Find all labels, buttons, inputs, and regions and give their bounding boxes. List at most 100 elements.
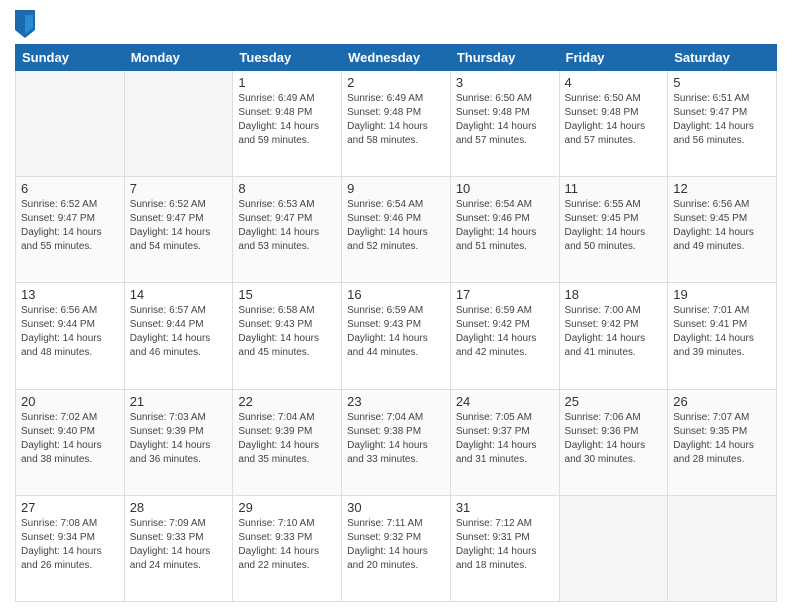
day-detail: Sunrise: 6:54 AM Sunset: 9:46 PM Dayligh… <box>456 198 554 254</box>
day-cell: 1 Sunrise: 6:49 AM Sunset: 9:48 PM Daylig… <box>233 71 342 177</box>
day-cell: 8 Sunrise: 6:53 AM Sunset: 9:47 PM Daylig… <box>233 177 342 283</box>
day-detail: Sunrise: 7:04 AM Sunset: 9:39 PM Dayligh… <box>238 411 336 467</box>
day-detail: Sunrise: 7:12 AM Sunset: 9:31 PM Dayligh… <box>456 517 554 573</box>
day-detail: Sunrise: 6:50 AM Sunset: 9:48 PM Dayligh… <box>456 92 554 148</box>
day-number: 5 <box>673 75 771 90</box>
day-cell <box>16 71 125 177</box>
day-number: 24 <box>456 394 554 409</box>
day-detail: Sunrise: 6:57 AM Sunset: 9:44 PM Dayligh… <box>130 304 228 360</box>
day-number: 12 <box>673 181 771 196</box>
day-number: 13 <box>21 287 119 302</box>
day-cell: 24 Sunrise: 7:05 AM Sunset: 9:37 PM Dayli… <box>450 389 559 495</box>
day-cell: 31 Sunrise: 7:12 AM Sunset: 9:31 PM Dayli… <box>450 495 559 601</box>
week-row-3: 13 Sunrise: 6:56 AM Sunset: 9:44 PM Dayli… <box>16 283 777 389</box>
day-number: 14 <box>130 287 228 302</box>
day-detail: Sunrise: 7:11 AM Sunset: 9:32 PM Dayligh… <box>347 517 445 573</box>
day-number: 23 <box>347 394 445 409</box>
day-number: 10 <box>456 181 554 196</box>
day-number: 27 <box>21 500 119 515</box>
day-number: 18 <box>565 287 663 302</box>
header-cell-tuesday: Tuesday <box>233 45 342 71</box>
day-cell: 20 Sunrise: 7:02 AM Sunset: 9:40 PM Dayli… <box>16 389 125 495</box>
day-detail: Sunrise: 7:02 AM Sunset: 9:40 PM Dayligh… <box>21 411 119 467</box>
day-number: 19 <box>673 287 771 302</box>
day-cell: 26Sunrise: 7:07 AM Sunset: 9:35 PM Dayli… <box>668 389 777 495</box>
header-row: SundayMondayTuesdayWednesdayThursdayFrid… <box>16 45 777 71</box>
day-detail: Sunrise: 7:03 AM Sunset: 9:39 PM Dayligh… <box>130 411 228 467</box>
day-cell: 4 Sunrise: 6:50 AM Sunset: 9:48 PM Daylig… <box>559 71 668 177</box>
day-number: 20 <box>21 394 119 409</box>
day-number: 15 <box>238 287 336 302</box>
day-number: 2 <box>347 75 445 90</box>
day-cell <box>559 495 668 601</box>
day-detail: Sunrise: 7:06 AM Sunset: 9:36 PM Dayligh… <box>565 411 663 467</box>
day-number: 31 <box>456 500 554 515</box>
day-detail: Sunrise: 7:08 AM Sunset: 9:34 PM Dayligh… <box>21 517 119 573</box>
day-detail: Sunrise: 6:58 AM Sunset: 9:43 PM Dayligh… <box>238 304 336 360</box>
week-row-2: 6 Sunrise: 6:52 AM Sunset: 9:47 PM Daylig… <box>16 177 777 283</box>
day-cell: 15 Sunrise: 6:58 AM Sunset: 9:43 PM Dayli… <box>233 283 342 389</box>
calendar-body: 1 Sunrise: 6:49 AM Sunset: 9:48 PM Daylig… <box>16 71 777 602</box>
day-cell: 18Sunrise: 7:00 AM Sunset: 9:42 PM Dayli… <box>559 283 668 389</box>
day-number: 8 <box>238 181 336 196</box>
day-detail: Sunrise: 6:52 AM Sunset: 9:47 PM Dayligh… <box>130 198 228 254</box>
logo-icon <box>15 10 35 38</box>
day-cell: 19 Sunrise: 7:01 AM Sunset: 9:41 PM Dayli… <box>668 283 777 389</box>
day-number: 11 <box>565 181 663 196</box>
header-cell-friday: Friday <box>559 45 668 71</box>
calendar-header: SundayMondayTuesdayWednesdayThursdayFrid… <box>16 45 777 71</box>
day-cell: 27 Sunrise: 7:08 AM Sunset: 9:34 PM Dayli… <box>16 495 125 601</box>
logo <box>15 14 37 38</box>
day-cell: 14 Sunrise: 6:57 AM Sunset: 9:44 PM Dayli… <box>124 283 233 389</box>
day-number: 17 <box>456 287 554 302</box>
day-detail: Sunrise: 6:51 AM Sunset: 9:47 PM Dayligh… <box>673 92 771 148</box>
day-number: 9 <box>347 181 445 196</box>
day-detail: Sunrise: 6:55 AM Sunset: 9:45 PM Dayligh… <box>565 198 663 254</box>
day-number: 6 <box>21 181 119 196</box>
day-cell: 22Sunrise: 7:04 AM Sunset: 9:39 PM Dayli… <box>233 389 342 495</box>
day-detail: Sunrise: 6:53 AM Sunset: 9:47 PM Dayligh… <box>238 198 336 254</box>
header <box>15 10 777 38</box>
day-detail: Sunrise: 6:54 AM Sunset: 9:46 PM Dayligh… <box>347 198 445 254</box>
day-number: 28 <box>130 500 228 515</box>
day-detail: Sunrise: 6:49 AM Sunset: 9:48 PM Dayligh… <box>347 92 445 148</box>
day-detail: Sunrise: 6:59 AM Sunset: 9:42 PM Dayligh… <box>456 304 554 360</box>
day-cell: 10 Sunrise: 6:54 AM Sunset: 9:46 PM Dayli… <box>450 177 559 283</box>
calendar-table: SundayMondayTuesdayWednesdayThursdayFrid… <box>15 44 777 602</box>
day-cell <box>124 71 233 177</box>
day-cell: 11 Sunrise: 6:55 AM Sunset: 9:45 PM Dayli… <box>559 177 668 283</box>
week-row-4: 20 Sunrise: 7:02 AM Sunset: 9:40 PM Dayli… <box>16 389 777 495</box>
day-detail: Sunrise: 6:56 AM Sunset: 9:44 PM Dayligh… <box>21 304 119 360</box>
day-number: 3 <box>456 75 554 90</box>
day-number: 30 <box>347 500 445 515</box>
day-cell: 6 Sunrise: 6:52 AM Sunset: 9:47 PM Daylig… <box>16 177 125 283</box>
day-detail: Sunrise: 7:04 AM Sunset: 9:38 PM Dayligh… <box>347 411 445 467</box>
day-number: 25 <box>565 394 663 409</box>
day-detail: Sunrise: 7:07 AM Sunset: 9:35 PM Dayligh… <box>673 411 771 467</box>
day-cell: 25 Sunrise: 7:06 AM Sunset: 9:36 PM Dayli… <box>559 389 668 495</box>
day-number: 1 <box>238 75 336 90</box>
day-cell: 28 Sunrise: 7:09 AM Sunset: 9:33 PM Dayli… <box>124 495 233 601</box>
day-cell: 9 Sunrise: 6:54 AM Sunset: 9:46 PM Daylig… <box>342 177 451 283</box>
day-detail: Sunrise: 7:09 AM Sunset: 9:33 PM Dayligh… <box>130 517 228 573</box>
day-cell: 30 Sunrise: 7:11 AM Sunset: 9:32 PM Dayli… <box>342 495 451 601</box>
day-detail: Sunrise: 6:52 AM Sunset: 9:47 PM Dayligh… <box>21 198 119 254</box>
week-row-1: 1 Sunrise: 6:49 AM Sunset: 9:48 PM Daylig… <box>16 71 777 177</box>
header-cell-saturday: Saturday <box>668 45 777 71</box>
day-detail: Sunrise: 6:49 AM Sunset: 9:48 PM Dayligh… <box>238 92 336 148</box>
day-detail: Sunrise: 7:05 AM Sunset: 9:37 PM Dayligh… <box>456 411 554 467</box>
day-number: 21 <box>130 394 228 409</box>
day-detail: Sunrise: 7:10 AM Sunset: 9:33 PM Dayligh… <box>238 517 336 573</box>
day-cell: 12 Sunrise: 6:56 AM Sunset: 9:45 PM Dayli… <box>668 177 777 283</box>
day-detail: Sunrise: 6:50 AM Sunset: 9:48 PM Dayligh… <box>565 92 663 148</box>
day-detail: Sunrise: 6:59 AM Sunset: 9:43 PM Dayligh… <box>347 304 445 360</box>
day-detail: Sunrise: 6:56 AM Sunset: 9:45 PM Dayligh… <box>673 198 771 254</box>
day-cell: 16 Sunrise: 6:59 AM Sunset: 9:43 PM Dayli… <box>342 283 451 389</box>
week-row-5: 27 Sunrise: 7:08 AM Sunset: 9:34 PM Dayli… <box>16 495 777 601</box>
day-number: 4 <box>565 75 663 90</box>
day-cell: 5 Sunrise: 6:51 AM Sunset: 9:47 PM Daylig… <box>668 71 777 177</box>
header-cell-sunday: Sunday <box>16 45 125 71</box>
day-cell: 17 Sunrise: 6:59 AM Sunset: 9:42 PM Dayli… <box>450 283 559 389</box>
day-number: 16 <box>347 287 445 302</box>
day-detail: Sunrise: 7:01 AM Sunset: 9:41 PM Dayligh… <box>673 304 771 360</box>
